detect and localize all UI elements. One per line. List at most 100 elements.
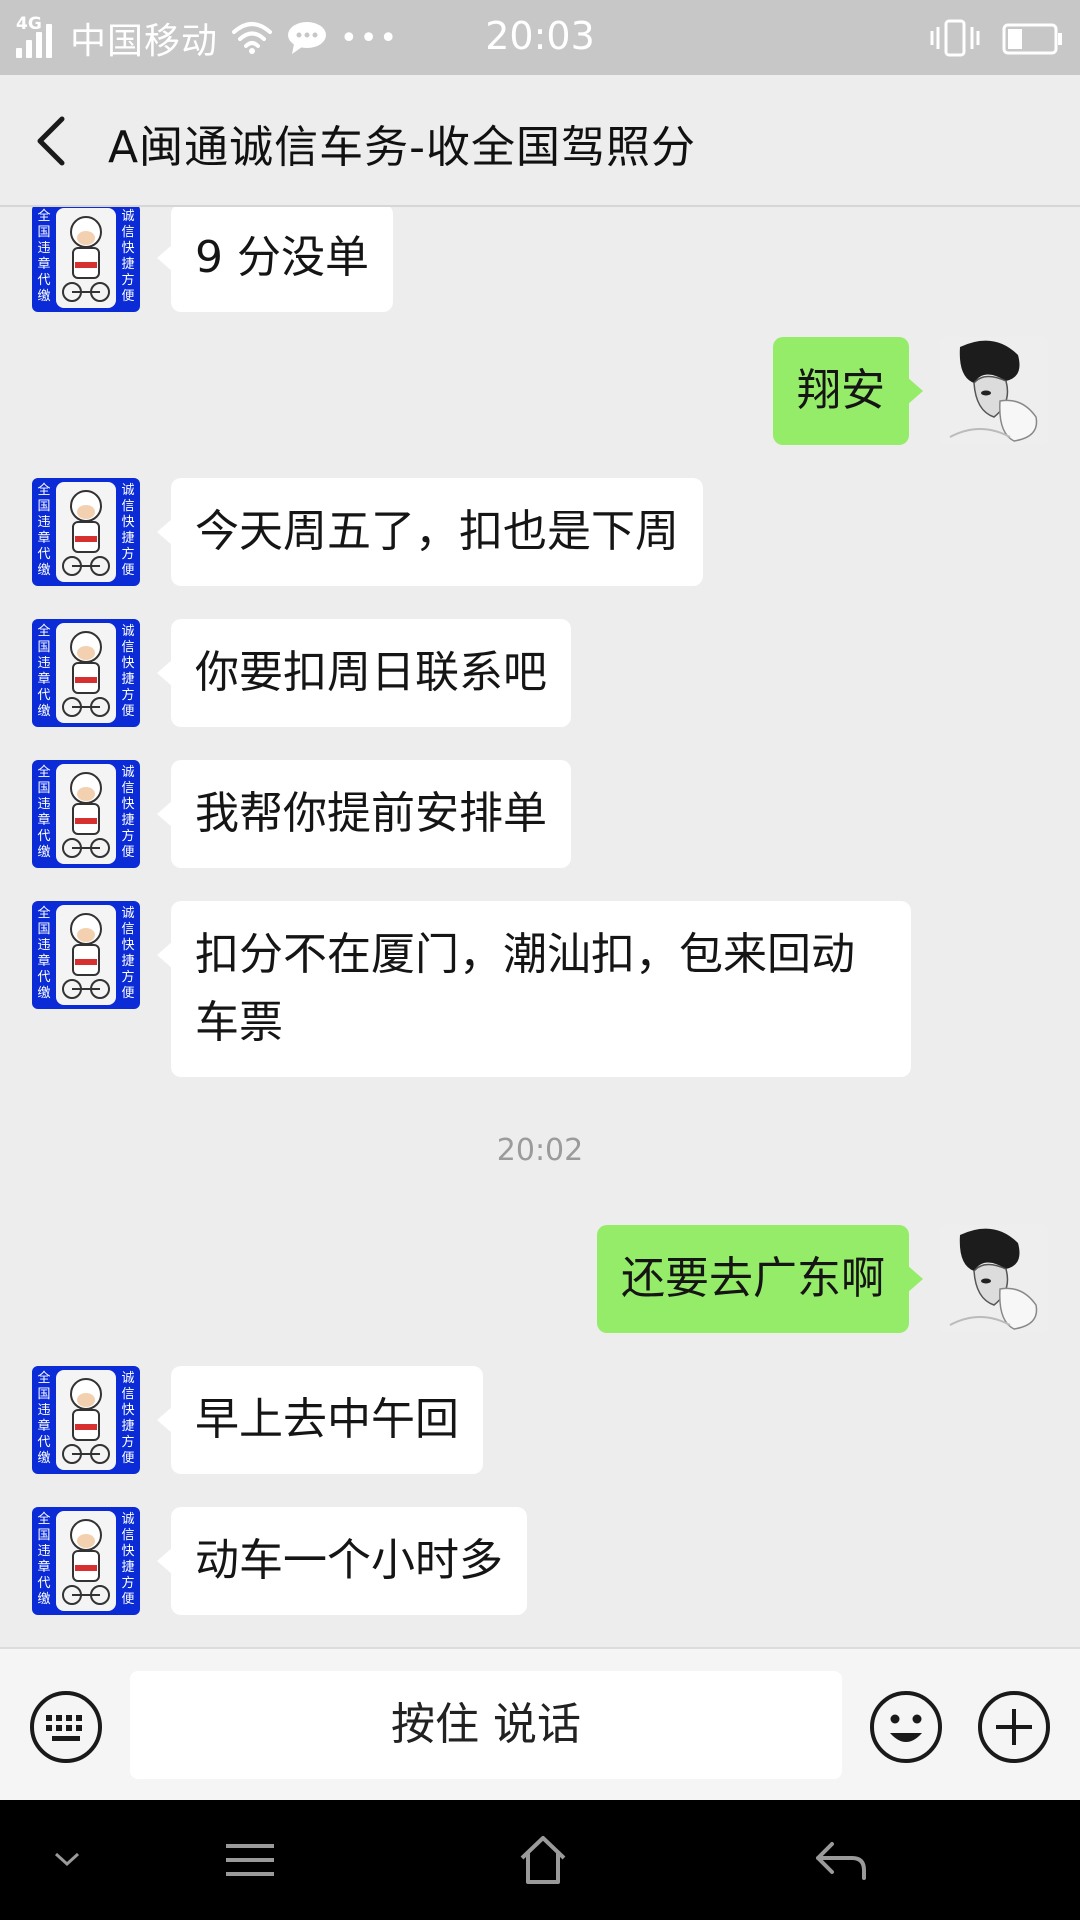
avatar-text-char: 信 — [121, 640, 134, 655]
avatar-text-char: 便 — [121, 1592, 134, 1607]
incoming-bubble[interactable]: 扣分不在厦门，潮汕扣，包来回动 车票 — [157, 901, 911, 1077]
avatar-text-char: 全 — [37, 1511, 50, 1527]
avatar-text-char: 国 — [37, 640, 50, 655]
chat-header: A闽通诚信车务-收全国驾照分 — [0, 75, 1080, 207]
contact-avatar[interactable]: 全国违章代缴 诚信快捷方便 — [32, 1366, 140, 1474]
avatar-text-char: 全 — [37, 623, 50, 639]
avatar-text-char: 信 — [121, 1387, 134, 1402]
avatar-text-char: 违 — [37, 938, 50, 953]
avatar-text-char: 方 — [121, 687, 134, 703]
avatar-text-char: 快 — [121, 797, 134, 812]
avatar-text-char: 章 — [37, 256, 50, 272]
vibrate-icon — [930, 19, 980, 57]
avatar-text-char: 快 — [121, 1403, 134, 1418]
avatar-text-char: 信 — [121, 922, 134, 937]
avatar-text-char: 信 — [121, 499, 134, 514]
outgoing-bubble[interactable]: 翔安 — [773, 337, 923, 445]
avatar-text-char: 诚 — [121, 1371, 134, 1386]
avatar-text-char: 便 — [121, 1451, 134, 1466]
home-icon[interactable] — [518, 1834, 568, 1886]
mascot-logo-icon: 全国违章代缴 诚信快捷方便 — [32, 207, 140, 312]
incoming-bubble[interactable]: 9 分没单 — [157, 207, 393, 312]
avatar-text-char: 违 — [37, 1544, 50, 1559]
avatar-text-char: 缴 — [37, 1451, 50, 1466]
incoming-bubble[interactable]: 今天周五了，扣也是下周 — [157, 478, 703, 586]
avatar-text-char: 章 — [37, 530, 50, 546]
avatar-text-char: 信 — [121, 1528, 134, 1543]
avatar-text-char: 代 — [37, 547, 50, 562]
avatar-text-char: 快 — [121, 1544, 134, 1559]
menu-icon[interactable] — [222, 1840, 278, 1880]
avatar-text-char: 方 — [121, 1434, 134, 1450]
mascot-logo-icon: 全国违章代缴 诚信快捷方便 — [32, 901, 140, 1009]
avatar-text-char: 诚 — [121, 483, 134, 498]
avatar-text-char: 捷 — [121, 257, 134, 272]
avatar-text-char: 诚 — [121, 624, 134, 639]
back-nav-icon[interactable] — [814, 1838, 868, 1882]
avatar-text-char: 便 — [121, 986, 134, 1001]
contact-avatar[interactable]: 全国违章代缴 诚信快捷方便 — [32, 619, 140, 727]
plus-icon[interactable] — [976, 1689, 1052, 1765]
avatar-text-char: 捷 — [121, 531, 134, 546]
contact-avatar[interactable]: 全国违章代缴 诚信快捷方便 — [32, 760, 140, 868]
input-bar: 按住 说话 — [0, 1647, 1080, 1802]
avatar-text-char: 诚 — [121, 765, 134, 780]
avatar-text-char: 代 — [37, 688, 50, 703]
avatar-text-char: 缴 — [37, 563, 50, 578]
avatar-text-char: 诚 — [121, 209, 134, 224]
user-avatar[interactable] — [940, 337, 1048, 445]
user-avatar[interactable] — [940, 1225, 1048, 1333]
avatar-text-char: 信 — [121, 225, 134, 240]
avatar-text-char: 章 — [37, 1418, 50, 1434]
avatar-text-char: 缴 — [37, 986, 50, 1001]
chat-screen: 4G 中国移动 ••• 20:03 A闽通诚信车务-收全国驾照分 全 国 违 章… — [0, 0, 1080, 1920]
avatar-text-char: 诚 — [121, 1512, 134, 1527]
avatar-text-char: 章 — [37, 812, 50, 828]
mascot-logo-icon: 全国违章代缴 诚信快捷方便 — [32, 760, 140, 868]
avatar-text-char: 代 — [37, 1435, 50, 1450]
contact-avatar[interactable]: 全国违章代缴 诚信快捷方便 — [32, 207, 140, 312]
avatar-text-char: 国 — [37, 1528, 50, 1543]
incoming-bubble[interactable]: 动车一个小时多 — [157, 1507, 527, 1615]
avatar-text-char: 捷 — [121, 1419, 134, 1434]
avatar-text-char: 全 — [37, 208, 50, 224]
avatar-text-char: 便 — [121, 563, 134, 578]
user-portrait-icon — [940, 337, 1048, 445]
avatar-text-char: 违 — [37, 241, 50, 256]
contact-avatar[interactable]: 全国违章代缴 诚信快捷方便 — [32, 478, 140, 586]
mascot-logo-icon: 全国违章代缴 诚信快捷方便 — [32, 1366, 140, 1474]
keyboard-icon[interactable] — [28, 1689, 104, 1765]
avatar-text-char: 快 — [121, 938, 134, 953]
avatar-text-char: 缴 — [37, 289, 50, 304]
avatar-text-char: 全 — [37, 764, 50, 780]
emoji-icon[interactable] — [868, 1689, 944, 1765]
avatar-text-char: 方 — [121, 272, 134, 288]
incoming-bubble[interactable]: 我帮你提前安排单 — [157, 760, 571, 868]
hold-to-talk-button[interactable]: 按住 说话 — [130, 1671, 842, 1779]
mascot-logo-icon: 全国违章代缴 诚信快捷方便 — [32, 619, 140, 727]
system-nav-bar — [0, 1800, 1080, 1920]
outgoing-bubble[interactable]: 还要去广东啊 — [597, 1225, 923, 1333]
message-list[interactable]: 全国违章代缴诚信快捷方便 9 分没单 翔安 全国违章代缴诚信快捷方便 今天周五了… — [0, 207, 1080, 1647]
avatar-text-char: 违 — [37, 1403, 50, 1418]
avatar-text-char: 快 — [121, 515, 134, 530]
avatar-text-char: 代 — [37, 829, 50, 844]
avatar-text-char: 代 — [37, 970, 50, 985]
avatar-text-char: 方 — [121, 969, 134, 985]
avatar-text-char: 便 — [121, 845, 134, 860]
avatar-text-char: 代 — [37, 273, 50, 288]
incoming-bubble[interactable]: 早上去中午回 — [157, 1366, 483, 1474]
chevron-left-icon[interactable] — [30, 113, 74, 169]
avatar-text-char: 方 — [121, 1575, 134, 1591]
user-portrait-icon — [940, 1225, 1048, 1333]
avatar-text-char: 章 — [37, 1559, 50, 1575]
contact-avatar[interactable]: 全国违章代缴 诚信快捷方便 — [32, 1507, 140, 1615]
avatar-text-char: 章 — [37, 671, 50, 687]
timestamp-separator: 20:02 — [496, 1133, 584, 1168]
avatar-text-char: 捷 — [121, 1560, 134, 1575]
incoming-bubble[interactable]: 你要扣周日联系吧 — [157, 619, 571, 727]
avatar-text-char: 国 — [37, 922, 50, 937]
bubble-line: 扣分不在厦门，潮汕扣，包来回动 — [195, 929, 855, 980]
contact-avatar[interactable]: 全国违章代缴 诚信快捷方便 — [32, 901, 140, 1009]
chevron-down-icon[interactable] — [52, 1850, 82, 1870]
